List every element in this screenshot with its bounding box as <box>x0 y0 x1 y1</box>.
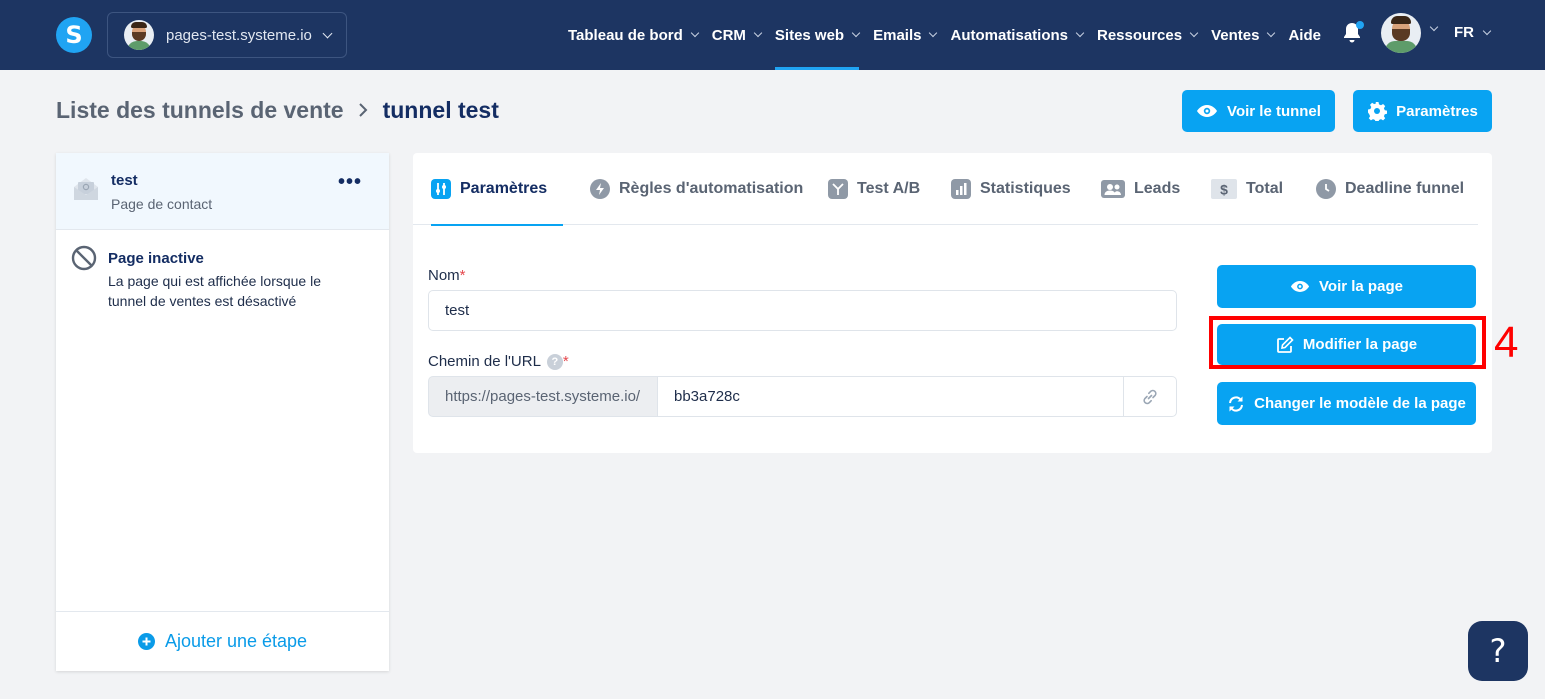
nav-item-tableau-de-bord[interactable]: Tableau de bord <box>568 0 699 70</box>
bell-icon[interactable] <box>1342 21 1364 46</box>
chevron-down-icon <box>851 28 861 38</box>
url-prefix: https://pages-test.systeme.io/ <box>428 376 658 417</box>
help-icon[interactable]: ? <box>546 354 563 370</box>
plus-circle-icon <box>137 633 155 650</box>
systeme-logo[interactable]: S <box>56 17 92 53</box>
workspace-name: pages-test.systeme.io <box>166 26 312 44</box>
url-path-label: Chemin de l'URL? * <box>428 353 569 370</box>
step-title: test <box>111 172 138 189</box>
notification-dot <box>1356 21 1364 29</box>
sliders-icon <box>431 179 451 199</box>
tab-regles-automatisation[interactable]: Règles d'automatisation <box>590 153 803 225</box>
svg-text:$: $ <box>1220 182 1228 198</box>
eye-icon <box>1197 105 1218 117</box>
main-menu: Tableau de bord CRM Sites web Emails Aut… <box>568 0 1335 70</box>
split-icon <box>828 179 848 199</box>
tab-statistiques[interactable]: Statistiques <box>951 153 1071 225</box>
inactive-page-description: La page qui est affichée lorsque le tunn… <box>108 273 322 309</box>
tab-parametres[interactable]: Paramètres <box>431 153 564 226</box>
eye-icon <box>1290 281 1310 292</box>
workspace-avatar <box>124 20 154 50</box>
chevron-down-icon <box>1075 28 1085 38</box>
ban-icon <box>71 245 97 271</box>
change-template-button[interactable]: Changer le modèle de la page <box>1217 382 1476 425</box>
gear-icon <box>1368 102 1388 121</box>
nav-item-sites-web[interactable]: Sites web <box>774 0 861 70</box>
page-title: tunnel test <box>382 97 499 123</box>
url-path-input[interactable]: bb3a728c <box>657 376 1124 417</box>
nav-item-ventes[interactable]: Ventes <box>1211 0 1276 70</box>
tab-deadline-funnel[interactable]: Deadline funnel <box>1316 153 1464 225</box>
nav-item-aide[interactable]: Aide <box>1288 0 1321 70</box>
inactive-page-title[interactable]: Page inactive <box>108 250 204 267</box>
language-selector[interactable]: FR <box>1454 24 1492 41</box>
chevron-right-icon <box>358 98 369 124</box>
view-tunnel-button[interactable]: Voir le tunnel <box>1182 90 1335 132</box>
workspace-selector[interactable]: pages-test.systeme.io <box>107 12 347 58</box>
tab-test-ab[interactable]: Test A/B <box>828 153 920 225</box>
refresh-icon <box>1229 396 1244 411</box>
tab-total[interactable]: $ Total <box>1211 153 1283 225</box>
top-navbar: S pages-test.systeme.io Tableau de bord … <box>0 0 1545 70</box>
view-page-button[interactable]: Voir la page <box>1217 265 1476 308</box>
help-button[interactable]: ? <box>1468 621 1528 681</box>
copy-link-button[interactable] <box>1123 376 1177 417</box>
bar-chart-icon <box>951 179 971 199</box>
chevron-down-icon <box>1189 28 1199 38</box>
chevron-down-icon <box>753 28 763 38</box>
tab-bar: Paramètres Règles d'automatisation Test … <box>413 153 1478 226</box>
step-annotation: 4 <box>1494 318 1519 367</box>
nav-item-ressources[interactable]: Ressources <box>1097 0 1199 70</box>
clock-icon <box>1316 179 1336 199</box>
name-input[interactable]: test <box>428 290 1177 331</box>
settings-button[interactable]: Paramètres <box>1353 90 1492 132</box>
tab-leads[interactable]: Leads <box>1101 153 1180 225</box>
highlight-box <box>1209 316 1486 369</box>
nav-item-emails[interactable]: Emails <box>873 0 938 70</box>
step-menu-button[interactable]: ••• <box>332 171 368 193</box>
chevron-down-icon <box>1482 26 1492 35</box>
add-step-button[interactable]: Ajouter une étape <box>56 611 389 671</box>
breadcrumb-parent[interactable]: Liste des tunnels de vente <box>56 97 344 124</box>
users-icon <box>1101 180 1125 198</box>
envelope-open-icon <box>74 178 98 200</box>
name-label: Nom* <box>428 267 466 284</box>
link-icon <box>1143 389 1157 404</box>
chevron-down-icon[interactable] <box>1429 22 1439 32</box>
step-type: Page de contact <box>111 196 213 212</box>
user-avatar[interactable] <box>1381 13 1421 53</box>
funnel-steps-panel: test Page de contact ••• Page inactive L… <box>56 153 389 671</box>
chevron-down-icon <box>690 28 699 38</box>
chevron-down-icon <box>1267 28 1276 38</box>
chevron-down-icon <box>929 28 938 38</box>
chevron-down-icon <box>322 28 333 38</box>
nav-item-crm[interactable]: CRM <box>712 0 763 70</box>
nav-item-automatisations[interactable]: Automatisations <box>950 0 1085 70</box>
dollar-icon: $ <box>1211 179 1237 199</box>
funnel-step-test[interactable]: test Page de contact ••• <box>56 153 389 230</box>
bolt-icon <box>590 179 610 199</box>
breadcrumb: Liste des tunnels de vente tunnel test <box>56 97 499 124</box>
